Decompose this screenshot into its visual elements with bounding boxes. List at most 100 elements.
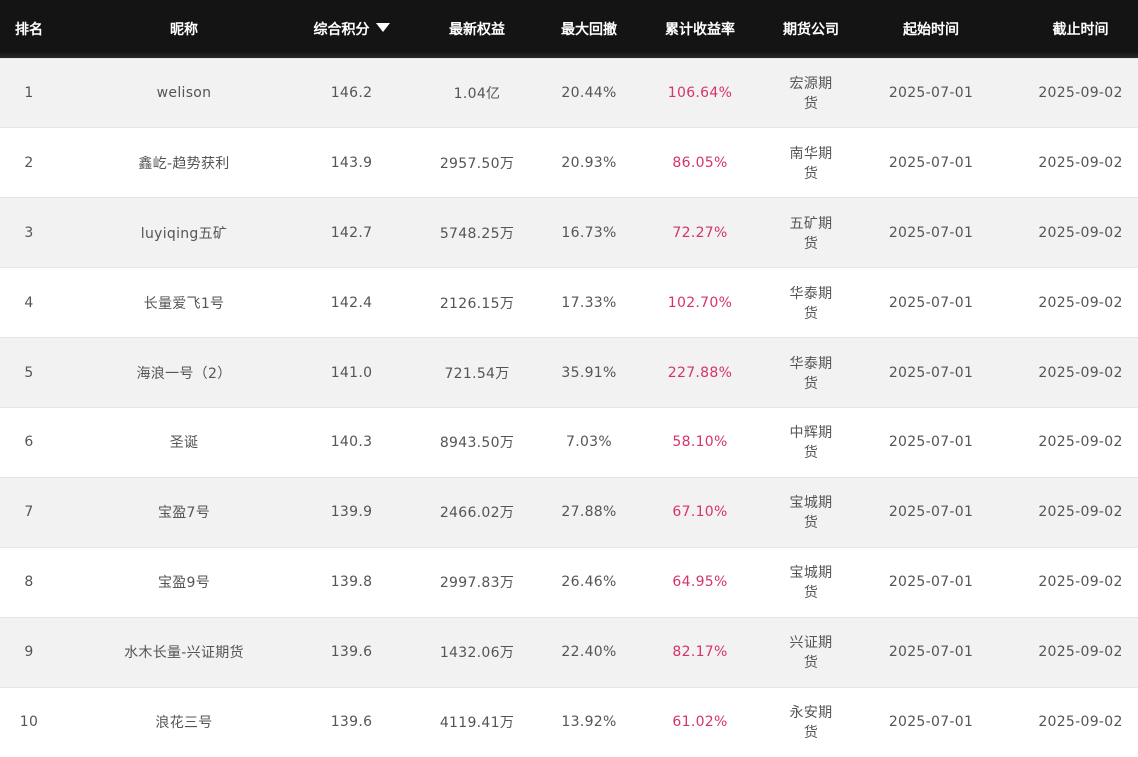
cell-rank: 5	[0, 337, 58, 408]
cell-start-date: 2025-07-01	[839, 406, 1023, 478]
cell-equity: 721.54万	[393, 337, 561, 408]
cell-broker: 永安期货	[783, 686, 839, 757]
cell-start-date: 2025-07-01	[839, 686, 1023, 757]
cell-return: 102.70%	[617, 267, 783, 338]
cell-end-date: 2025-09-02	[1023, 406, 1138, 478]
cell-drawdown: 17.33%	[561, 267, 617, 338]
cell-start-date: 2025-07-01	[839, 337, 1023, 408]
cell-return: 72.27%	[617, 197, 783, 268]
column-header-start[interactable]: 起始时间	[839, 0, 1023, 58]
column-header-rank[interactable]: 排名	[0, 0, 58, 58]
column-header-end[interactable]: 截止时间	[1023, 0, 1138, 58]
cell-drawdown: 16.73%	[561, 197, 617, 268]
cell-score: 139.8	[310, 546, 393, 618]
cell-nickname: 水木长量-兴证期货	[58, 616, 310, 688]
cell-rank: 4	[0, 267, 58, 338]
cell-nickname: welison	[58, 57, 310, 128]
cell-nickname: 圣诞	[58, 406, 310, 478]
cell-broker: 宝城期货	[783, 546, 839, 618]
table-row[interactable]: 2 鑫屹-趋势获利 143.9 2957.50万 20.93% 86.05% 南…	[0, 127, 1138, 198]
cell-drawdown: 27.88%	[561, 476, 617, 548]
table-row[interactable]: 4 长量爱飞1号 142.4 2126.15万 17.33% 102.70% 华…	[0, 267, 1138, 338]
column-header-score-label: 综合积分	[313, 21, 370, 38]
cell-return: 106.64%	[617, 57, 783, 128]
cell-rank: 10	[0, 686, 58, 757]
column-header-return[interactable]: 累计收益率	[617, 0, 783, 58]
cell-nickname: 宝盈7号	[58, 476, 310, 548]
cell-end-date: 2025-09-02	[1023, 197, 1138, 268]
cell-drawdown: 13.92%	[561, 686, 617, 757]
cell-score: 139.6	[310, 616, 393, 688]
caret-down-icon[interactable]	[375, 23, 390, 33]
table-row[interactable]: 9 水木长量-兴证期货 139.6 1432.06万 22.40% 82.17%…	[0, 616, 1138, 688]
cell-nickname: 长量爱飞1号	[58, 267, 310, 338]
table-row[interactable]: 3 luyiqing五矿 142.7 5748.25万 16.73% 72.27…	[0, 197, 1138, 268]
cell-equity: 2126.15万	[393, 267, 561, 338]
cell-equity: 8943.50万	[393, 406, 561, 478]
cell-start-date: 2025-07-01	[839, 267, 1023, 338]
cell-rank: 8	[0, 546, 58, 618]
cell-return: 227.88%	[617, 337, 783, 408]
table-row[interactable]: 1 welison 146.2 1.04亿 20.44% 106.64% 宏源期…	[0, 57, 1138, 128]
cell-equity: 1.04亿	[393, 57, 561, 128]
cell-score: 139.6	[310, 686, 393, 757]
table-header: 排名 昵称 综合积分 最新权益 最大回撤 累计收益率 期货公司 起始时间 截止时…	[0, 0, 1138, 58]
cell-rank: 7	[0, 476, 58, 548]
column-header-broker[interactable]: 期货公司	[783, 0, 839, 58]
cell-start-date: 2025-07-01	[839, 197, 1023, 268]
cell-drawdown: 35.91%	[561, 337, 617, 408]
cell-end-date: 2025-09-02	[1023, 267, 1138, 338]
cell-drawdown: 22.40%	[561, 616, 617, 688]
cell-score: 139.9	[310, 476, 393, 548]
cell-score: 140.3	[310, 406, 393, 478]
cell-equity: 4119.41万	[393, 686, 561, 757]
cell-nickname: 宝盈9号	[58, 546, 310, 618]
cell-end-date: 2025-09-02	[1023, 57, 1138, 128]
cell-broker: 中辉期货	[783, 406, 839, 478]
cell-end-date: 2025-09-02	[1023, 686, 1138, 757]
cell-nickname: 海浪一号（2）	[58, 337, 310, 408]
cell-broker: 兴证期货	[783, 616, 839, 688]
cell-rank: 9	[0, 616, 58, 688]
cell-start-date: 2025-07-01	[839, 546, 1023, 618]
cell-equity: 2957.50万	[393, 127, 561, 198]
table-row[interactable]: 5 海浪一号（2） 141.0 721.54万 35.91% 227.88% 华…	[0, 337, 1138, 408]
cell-rank: 3	[0, 197, 58, 268]
cell-score: 142.4	[310, 267, 393, 338]
table-row[interactable]: 10 浪花三号 139.6 4119.41万 13.92% 61.02% 永安期…	[0, 686, 1138, 757]
cell-score: 142.7	[310, 197, 393, 268]
cell-broker: 华泰期货	[783, 337, 839, 408]
cell-return: 64.95%	[617, 546, 783, 618]
cell-return: 61.02%	[617, 686, 783, 757]
column-header-score[interactable]: 综合积分	[310, 0, 393, 58]
cell-equity: 2997.83万	[393, 546, 561, 618]
cell-return: 82.17%	[617, 616, 783, 688]
cell-return: 58.10%	[617, 406, 783, 478]
cell-drawdown: 26.46%	[561, 546, 617, 618]
cell-broker: 五矿期货	[783, 197, 839, 268]
cell-end-date: 2025-09-02	[1023, 337, 1138, 408]
column-header-equity[interactable]: 最新权益	[393, 0, 561, 58]
cell-end-date: 2025-09-02	[1023, 127, 1138, 198]
cell-end-date: 2025-09-02	[1023, 546, 1138, 618]
table-row[interactable]: 8 宝盈9号 139.8 2997.83万 26.46% 64.95% 宝城期货…	[0, 546, 1138, 618]
cell-broker: 华泰期货	[783, 267, 839, 338]
cell-end-date: 2025-09-02	[1023, 616, 1138, 688]
column-header-nickname[interactable]: 昵称	[58, 0, 310, 58]
column-header-drawdown[interactable]: 最大回撤	[561, 0, 617, 58]
cell-return: 86.05%	[617, 127, 783, 198]
cell-equity: 2466.02万	[393, 476, 561, 548]
cell-broker: 南华期货	[783, 127, 839, 198]
cell-nickname: luyiqing五矿	[58, 197, 310, 268]
table-row[interactable]: 6 圣诞 140.3 8943.50万 7.03% 58.10% 中辉期货 20…	[0, 406, 1138, 478]
cell-drawdown: 20.93%	[561, 127, 617, 198]
cell-broker: 宝城期货	[783, 476, 839, 548]
cell-nickname: 鑫屹-趋势获利	[58, 127, 310, 198]
cell-rank: 2	[0, 127, 58, 198]
cell-score: 146.2	[310, 57, 393, 128]
cell-end-date: 2025-09-02	[1023, 476, 1138, 548]
cell-broker: 宏源期货	[783, 57, 839, 128]
cell-drawdown: 20.44%	[561, 57, 617, 128]
cell-rank: 1	[0, 57, 58, 128]
table-row[interactable]: 7 宝盈7号 139.9 2466.02万 27.88% 67.10% 宝城期货…	[0, 476, 1138, 548]
